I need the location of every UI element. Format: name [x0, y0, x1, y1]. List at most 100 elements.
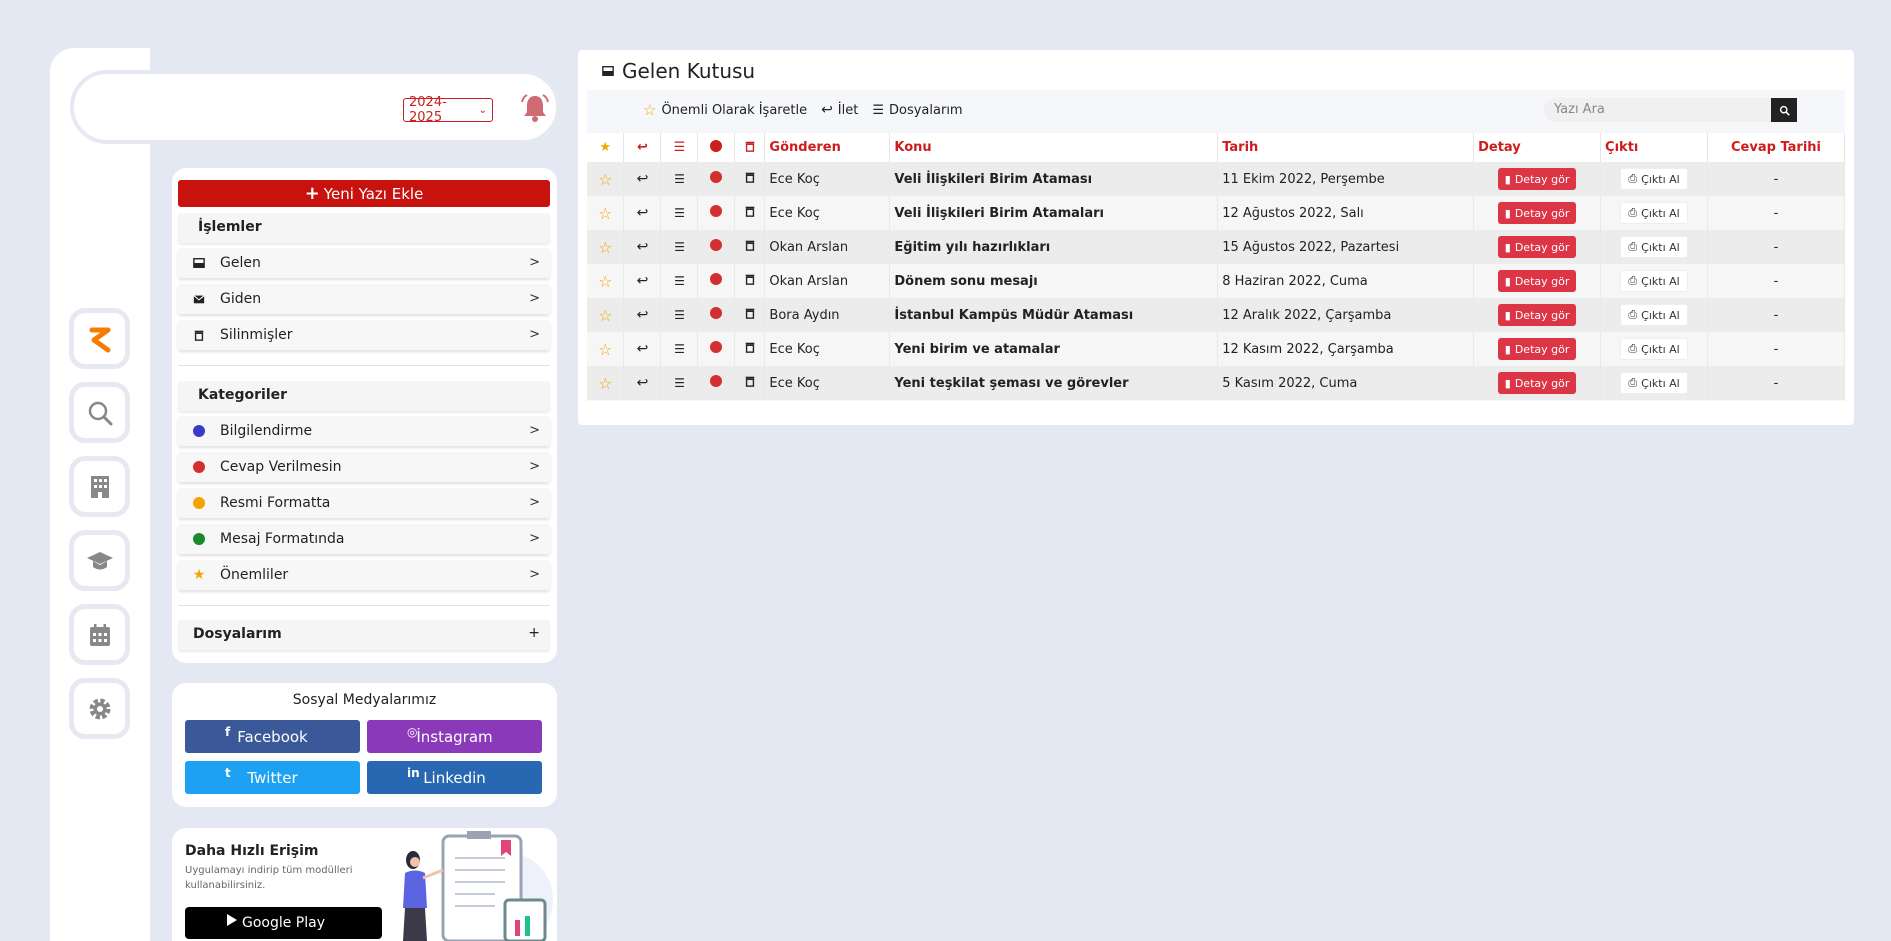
- row-status-button[interactable]: [697, 298, 736, 332]
- row-subject[interactable]: Dönem sonu mesajı: [889, 264, 1219, 298]
- row-list-button[interactable]: ☰: [660, 196, 699, 230]
- row-subject[interactable]: Veli İlişkileri Birim Atamaları: [889, 196, 1219, 230]
- table-row[interactable]: ☆ ↩ ☰ Ece Koç Yeni birim ve atamalar 12 …: [587, 332, 1845, 366]
- print-button[interactable]: ⎙ Çıktı Al: [1620, 372, 1688, 394]
- col-status-header[interactable]: [697, 133, 736, 162]
- search-button[interactable]: [1771, 98, 1797, 122]
- category-onemliler[interactable]: ★ Önemliler >: [178, 560, 550, 590]
- twitter-button[interactable]: t Twitter: [185, 761, 360, 794]
- row-subject[interactable]: Yeni teşkilat şeması ve görevler: [889, 366, 1219, 400]
- print-button[interactable]: ⎙ Çıktı Al: [1620, 304, 1688, 326]
- row-list-button[interactable]: ☰: [660, 332, 699, 366]
- table-row[interactable]: ☆ ↩ ☰ Okan Arslan Dönem sonu mesajı 8 Ha…: [587, 264, 1845, 298]
- row-list-button[interactable]: ☰: [660, 298, 699, 332]
- row-delete-button[interactable]: [734, 196, 766, 230]
- row-delete-button[interactable]: [734, 162, 766, 196]
- row-star-button[interactable]: ☆: [587, 298, 625, 332]
- linkedin-button[interactable]: in Linkedin: [367, 761, 542, 794]
- row-delete-button[interactable]: [734, 366, 766, 400]
- detail-button[interactable]: ▮ Detay gör: [1497, 372, 1577, 394]
- row-status-button[interactable]: [697, 366, 736, 400]
- col-star-header[interactable]: ★: [587, 133, 625, 162]
- col-reply-date-header[interactable]: Cevap Tarihi: [1707, 133, 1845, 162]
- row-status-button[interactable]: [697, 162, 736, 196]
- print-button[interactable]: ⎙ Çıktı Al: [1620, 270, 1688, 292]
- year-select[interactable]: 2024-2025 ⌄: [403, 95, 493, 125]
- detail-button[interactable]: ▮ Detay gör: [1497, 168, 1577, 190]
- row-status-button[interactable]: [697, 230, 736, 264]
- category-mesaj-formatinda[interactable]: Mesaj Formatında >: [178, 524, 550, 554]
- table-row[interactable]: ☆ ↩ ☰ Okan Arslan Eğitim yılı hazırlıkla…: [587, 230, 1845, 264]
- category-bilgilendirme[interactable]: Bilgilendirme >: [178, 416, 550, 446]
- row-delete-button[interactable]: [734, 332, 766, 366]
- menu-item-gelen[interactable]: Gelen >: [178, 248, 550, 278]
- row-status-button[interactable]: [697, 196, 736, 230]
- row-list-button[interactable]: ☰: [660, 264, 699, 298]
- category-cevap-verilmesin[interactable]: Cevap Verilmesin >: [178, 452, 550, 482]
- rail-building-button[interactable]: [69, 456, 130, 517]
- row-subject[interactable]: Eğitim yılı hazırlıkları: [889, 230, 1219, 264]
- detail-button[interactable]: ▮ Detay gör: [1497, 202, 1577, 224]
- print-button[interactable]: ⎙ Çıktı Al: [1620, 236, 1688, 258]
- row-list-button[interactable]: ☰: [660, 366, 699, 400]
- mark-important-button[interactable]: ☆ Önemli Olarak İşaretle: [643, 101, 807, 119]
- facebook-button[interactable]: f Facebook: [185, 720, 360, 753]
- rail-brand-button[interactable]: [69, 308, 130, 369]
- row-star-button[interactable]: ☆: [587, 332, 625, 366]
- col-sender-header[interactable]: Gönderen: [764, 133, 891, 162]
- col-delete-header[interactable]: [734, 133, 766, 162]
- row-star-button[interactable]: ☆: [587, 196, 625, 230]
- row-list-button[interactable]: ☰: [660, 162, 699, 196]
- print-button[interactable]: ⎙ Çıktı Al: [1620, 168, 1688, 190]
- row-subject[interactable]: Yeni birim ve atamalar: [889, 332, 1219, 366]
- table-row[interactable]: ☆ ↩ ☰ Ece Koç Yeni teşkilat şeması ve gö…: [587, 366, 1845, 400]
- my-files-button[interactable]: ☰ Dosyalarım: [872, 103, 962, 118]
- row-delete-button[interactable]: [734, 230, 766, 264]
- bell-icon[interactable]: [519, 92, 551, 124]
- forward-button[interactable]: ↩ İlet: [821, 102, 858, 118]
- category-resmi-formatta[interactable]: Resmi Formatta >: [178, 488, 550, 518]
- row-reply-button[interactable]: ↩: [623, 366, 662, 400]
- menu-item-silinmisler[interactable]: Silinmişler >: [178, 320, 550, 350]
- table-row[interactable]: ☆ ↩ ☰ Ece Koç Veli İlişkileri Birim Atam…: [587, 162, 1845, 196]
- rail-calendar-button[interactable]: [69, 604, 130, 665]
- print-button[interactable]: ⎙ Çıktı Al: [1620, 202, 1688, 224]
- row-reply-button[interactable]: ↩: [623, 162, 662, 196]
- dosyalarim-section[interactable]: Dosyalarım +: [178, 620, 550, 650]
- col-date-header[interactable]: Tarih: [1217, 133, 1475, 162]
- row-delete-button[interactable]: [734, 298, 766, 332]
- row-star-button[interactable]: ☆: [587, 162, 625, 196]
- row-subject[interactable]: Veli İlişkileri Birim Ataması: [889, 162, 1219, 196]
- detail-button[interactable]: ▮ Detay gör: [1497, 236, 1577, 258]
- col-reply-header[interactable]: ↩: [623, 133, 662, 162]
- menu-item-giden[interactable]: Giden >: [178, 284, 550, 314]
- row-list-button[interactable]: ☰: [660, 230, 699, 264]
- row-star-button[interactable]: ☆: [587, 366, 625, 400]
- rail-settings-button[interactable]: [69, 678, 130, 739]
- detail-button[interactable]: ▮ Detay gör: [1497, 338, 1577, 360]
- row-status-button[interactable]: [697, 264, 736, 298]
- row-reply-button[interactable]: ↩: [623, 196, 662, 230]
- row-reply-button[interactable]: ↩: [623, 332, 662, 366]
- rail-search-button[interactable]: [69, 382, 130, 443]
- instagram-button[interactable]: ◎ İnstagram: [367, 720, 542, 753]
- detail-button[interactable]: ▮ Detay gör: [1497, 304, 1577, 326]
- search-input[interactable]: Yazı Ara: [1544, 98, 1771, 122]
- row-reply-button[interactable]: ↩: [623, 230, 662, 264]
- add-letter-button[interactable]: + Yeni Yazı Ekle: [178, 180, 550, 207]
- row-reply-button[interactable]: ↩: [623, 264, 662, 298]
- row-delete-button[interactable]: [734, 264, 766, 298]
- col-subject-header[interactable]: Konu: [889, 133, 1219, 162]
- row-reply-button[interactable]: ↩: [623, 298, 662, 332]
- table-row[interactable]: ☆ ↩ ☰ Bora Aydın İstanbul Kampüs Müdür A…: [587, 298, 1845, 332]
- print-button[interactable]: ⎙ Çıktı Al: [1620, 338, 1688, 360]
- detail-button[interactable]: ▮ Detay gör: [1497, 270, 1577, 292]
- rail-education-button[interactable]: [69, 530, 130, 591]
- row-subject[interactable]: İstanbul Kampüs Müdür Ataması: [889, 298, 1219, 332]
- row-star-button[interactable]: ☆: [587, 264, 625, 298]
- col-list-header[interactable]: ☰: [660, 133, 699, 162]
- row-status-button[interactable]: [697, 332, 736, 366]
- google-play-button[interactable]: Google Play: [185, 907, 382, 939]
- table-row[interactable]: ☆ ↩ ☰ Ece Koç Veli İlişkileri Birim Atam…: [587, 196, 1845, 230]
- row-star-button[interactable]: ☆: [587, 230, 625, 264]
